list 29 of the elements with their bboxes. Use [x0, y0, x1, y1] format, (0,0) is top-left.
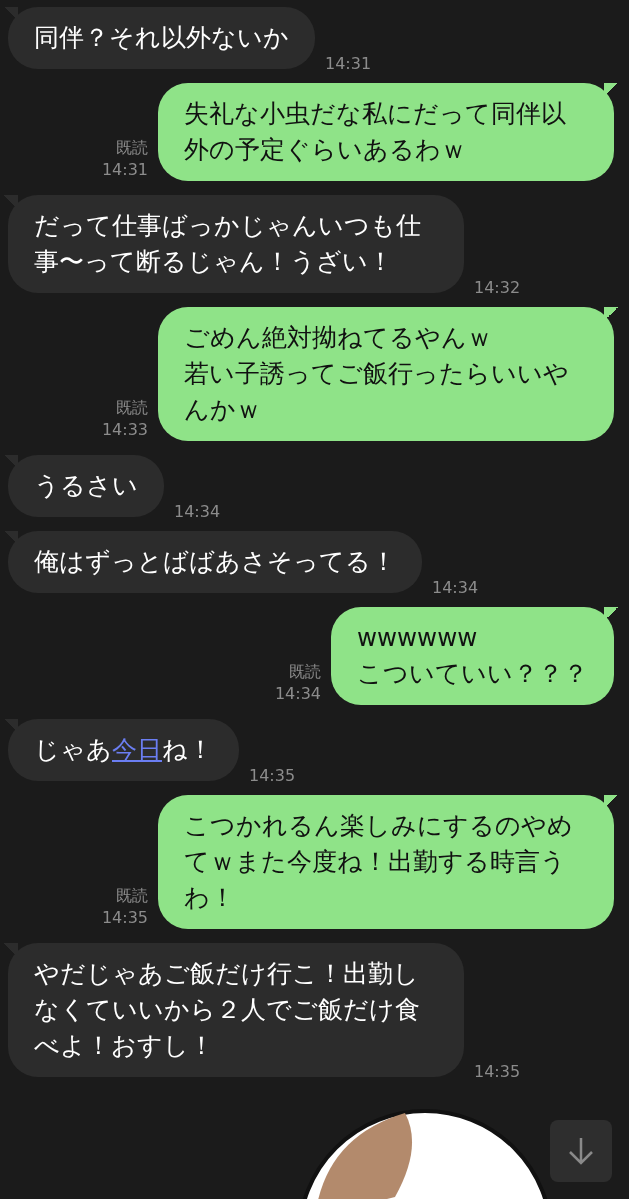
read-receipt: 既読 — [116, 885, 148, 907]
message-text: うるさい — [34, 470, 138, 502]
timestamp: 14:34 — [432, 577, 479, 599]
arrow-down-icon — [566, 1136, 596, 1166]
message-text: やだじゃあご飯だけ行こ！出勤しなくていいから２人でご飯だけ食べよ！おすし！ — [34, 958, 421, 1062]
scroll-down-button[interactable] — [550, 1120, 612, 1182]
message-text: こつかれるん楽しみにするのやめてｗまた今度ね！出勤する時言うわ！ — [184, 810, 574, 914]
message-text: 同伴？それ以外ないか — [34, 22, 289, 54]
message-text: 失礼な小虫だな私にだって同伴以外の予定ぐらいあるわｗ — [184, 98, 567, 166]
timestamp: 14:34 — [174, 501, 221, 523]
message-text: wwwwww — [357, 622, 479, 654]
timestamp: 14:34 — [274, 683, 321, 705]
timestamp: 14:35 — [101, 907, 148, 929]
message-text: 俺はずっとばばあさそってる！ — [34, 546, 396, 578]
message-text: 若い子誘ってご飯行ったらいいやんかｗ — [184, 358, 570, 426]
timestamp: 14:35 — [249, 765, 296, 787]
message-text: ごめん絶対拗ねてるやんｗ — [184, 322, 493, 354]
message-text: じゃあ今日 ね！ — [34, 734, 213, 766]
timestamp: 14:32 — [474, 277, 521, 299]
link[interactable]: 今日 — [112, 735, 162, 764]
read-receipt: 既読 — [116, 137, 148, 159]
timestamp: 14:31 — [101, 159, 148, 181]
timestamp: 14:33 — [101, 419, 148, 441]
message-text: だって仕事ばっかじゃんいつも仕事〜って断るじゃん！うざい！ — [34, 210, 422, 278]
read-receipt: 既読 — [116, 397, 148, 419]
read-receipt: 既読 — [289, 661, 321, 683]
timestamp: 14:35 — [474, 1061, 521, 1083]
timestamp: 14:31 — [325, 53, 372, 75]
message-text: こついていい？？？ — [357, 658, 588, 690]
